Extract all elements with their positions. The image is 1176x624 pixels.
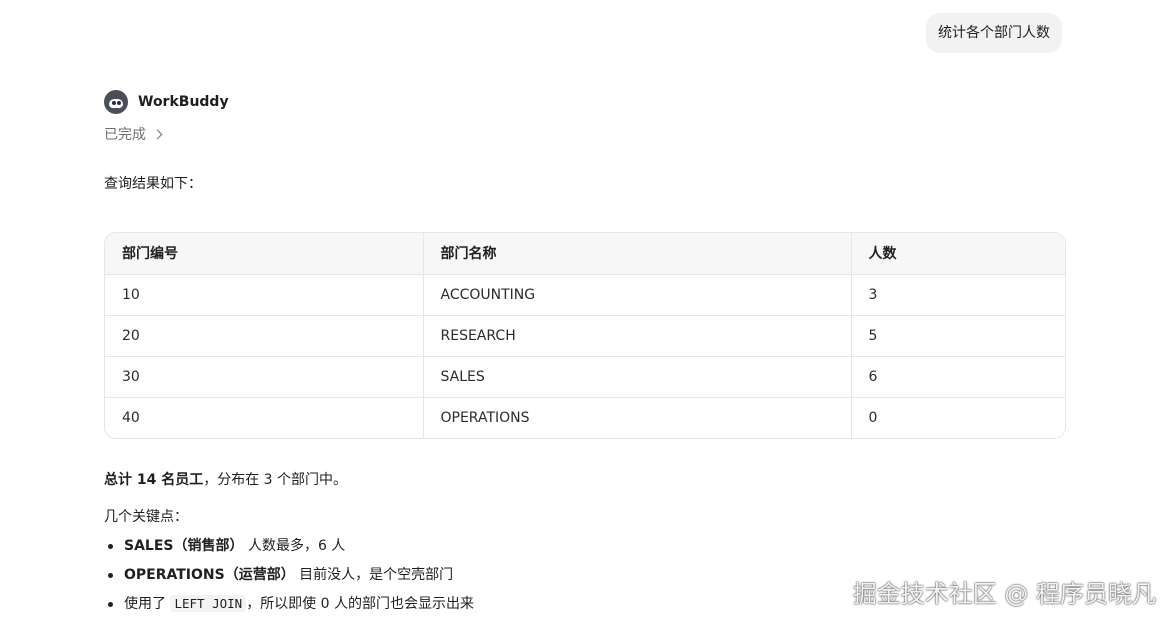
bullet-dot-icon bbox=[108, 602, 113, 607]
table-cell: SALES bbox=[423, 356, 852, 398]
table-cell: 20 bbox=[105, 315, 424, 357]
table-cell: 3 bbox=[851, 274, 1065, 316]
bullet-text: 使用了 bbox=[124, 596, 171, 612]
table-cell: OPERATIONS bbox=[423, 397, 852, 438]
assistant-header: WorkBuddy bbox=[104, 89, 229, 115]
summary-bold: 总计 14 名员工 bbox=[104, 472, 204, 488]
column-header: 部门编号 bbox=[105, 233, 424, 275]
inline-code: LEFT JOIN bbox=[170, 595, 247, 612]
table-cell: ACCOUNTING bbox=[423, 274, 852, 316]
table-cell: 30 bbox=[105, 356, 424, 398]
completion-status-toggle[interactable]: 已完成 bbox=[104, 124, 163, 144]
table-row: 10 ACCOUNTING 3 bbox=[105, 274, 1065, 316]
bullet-dot-icon bbox=[108, 573, 113, 578]
bullet-bold: SALES（销售部） bbox=[124, 538, 244, 554]
table-cell: 40 bbox=[105, 397, 424, 438]
bullet-dot-icon bbox=[108, 544, 113, 549]
result-table: 部门编号 部门名称 人数 10 ACCOUNTING 3 20 RESEARCH… bbox=[104, 232, 1066, 439]
table-row: 40 OPERATIONS 0 bbox=[105, 397, 1065, 438]
table-cell: 5 bbox=[851, 315, 1065, 357]
keypoints-list: SALES（销售部） 人数最多，6 人 OPERATIONS（运营部） 目前没人… bbox=[104, 534, 474, 621]
user-message-text: 统计各个部门人数 bbox=[938, 25, 1050, 41]
column-header: 人数 bbox=[851, 233, 1065, 275]
table-header-row: 部门编号 部门名称 人数 bbox=[105, 233, 1065, 275]
table-cell: RESEARCH bbox=[423, 315, 852, 357]
list-item: OPERATIONS（运营部） 目前没人，是个空壳部门 bbox=[104, 563, 474, 592]
raccoon-avatar-icon bbox=[104, 90, 128, 114]
summary-rest: ，分布在 3 个部门中。 bbox=[203, 472, 348, 488]
list-item: SALES（销售部） 人数最多，6 人 bbox=[104, 534, 474, 563]
bullet-text: 目前没人，是个空壳部门 bbox=[294, 567, 454, 583]
bullet-bold: OPERATIONS（运营部） bbox=[124, 567, 295, 583]
column-header: 部门名称 bbox=[423, 233, 852, 275]
keypoints-title: 几个关键点： bbox=[104, 509, 188, 525]
chevron-right-icon bbox=[152, 129, 163, 140]
table-cell: 10 bbox=[105, 274, 424, 316]
table-cell: 0 bbox=[851, 397, 1065, 438]
watermark: 掘金技术社区 @ 程序员晓凡 bbox=[852, 580, 1156, 608]
assistant-name: WorkBuddy bbox=[138, 94, 229, 110]
user-message-bubble: 统计各个部门人数 bbox=[926, 13, 1062, 53]
bullet-text: 人数最多，6 人 bbox=[243, 538, 346, 554]
table-cell: 6 bbox=[851, 356, 1065, 398]
response-intro: 查询结果如下： bbox=[104, 176, 202, 192]
response-summary: 总计 14 名员工，分布在 3 个部门中。 bbox=[104, 470, 347, 490]
list-item: 使用了 LEFT JOIN ，所以即使 0 人的部门也会显示出来 bbox=[104, 592, 474, 621]
table-row: 20 RESEARCH 5 bbox=[105, 315, 1065, 357]
bullet-text: ，所以即使 0 人的部门也会显示出来 bbox=[246, 596, 474, 612]
status-label: 已完成 bbox=[104, 127, 146, 143]
table-row: 30 SALES 6 bbox=[105, 356, 1065, 398]
